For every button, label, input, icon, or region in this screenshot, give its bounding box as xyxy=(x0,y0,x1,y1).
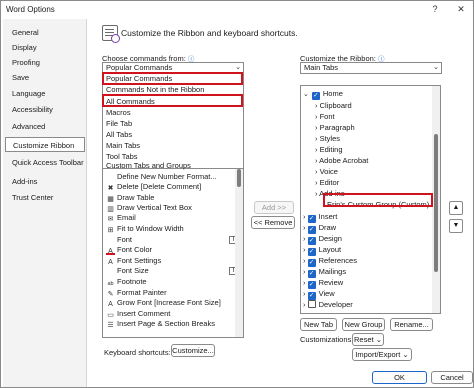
delete-icon: ✖ xyxy=(107,185,114,192)
close-button[interactable]: ✕ xyxy=(452,2,470,17)
move-down-button[interactable]: ▼ xyxy=(449,219,463,233)
tree-item-view[interactable]: › ✓ View xyxy=(303,288,335,300)
tree-item-insert[interactable]: › ✓ Insert xyxy=(303,211,337,223)
tree-item-developer[interactable]: › Developer xyxy=(303,299,353,310)
dropdown-option-tool-tabs[interactable]: Tool Tabs xyxy=(106,152,138,161)
tree-item-layout[interactable]: › ✓ Layout xyxy=(303,244,341,256)
list-item[interactable]: A Grow Font [Increase Font Size] xyxy=(106,298,221,308)
tree-item-clipboard[interactable]: › Clipboard xyxy=(315,100,352,111)
title-bar: Word Options ? ✕ xyxy=(1,1,473,19)
dropdown-option-all-tabs[interactable]: All Tabs xyxy=(106,130,132,139)
customize-ribbon-select[interactable]: Main Tabs ⌄ xyxy=(300,62,442,74)
import-export-button[interactable]: Import/Export ⌄ xyxy=(352,348,412,361)
dropdown-option-macros[interactable]: Macros xyxy=(106,108,131,117)
sidebar-item-accessibility[interactable]: Accessibility xyxy=(3,102,87,117)
add-button[interactable]: Add >> xyxy=(254,201,294,214)
sidebar-item-proofing[interactable]: Proofing xyxy=(3,55,87,70)
sidebar-item-quick-access-toolbar[interactable]: Quick Access Toolbar xyxy=(3,155,87,170)
tree-item-styles[interactable]: › Styles xyxy=(315,133,340,144)
highlight-all-commands xyxy=(102,94,243,107)
tree-item-editing[interactable]: › Editing xyxy=(315,144,343,155)
list-item[interactable]: Font Ⅰ xyxy=(106,235,238,245)
new-tab-button[interactable]: New Tab xyxy=(300,318,337,331)
new-group-button[interactable]: New Group xyxy=(342,318,385,331)
sidebar-item-language[interactable]: Language xyxy=(3,86,87,101)
tree-item-voice[interactable]: › Voice xyxy=(315,166,338,177)
list-item[interactable]: ▥ Draw Vertical Text Box xyxy=(106,203,192,213)
tree-item-draw[interactable]: › ✓ Draw xyxy=(303,222,336,234)
page-break-icon: ☰ xyxy=(107,322,114,329)
sidebar: General Display Proofing Save Language A… xyxy=(3,19,87,387)
rename-button[interactable]: Rename... xyxy=(390,318,433,331)
fit-width-icon: ⊞ xyxy=(107,227,114,234)
tree-item-design[interactable]: › ✓ Design xyxy=(303,233,342,245)
sidebar-item-general[interactable]: General xyxy=(3,25,87,40)
sidebar-item-save[interactable]: Save xyxy=(3,70,87,85)
tree-item-paragraph[interactable]: › Paragraph xyxy=(315,122,355,133)
list-item[interactable]: A Font Color xyxy=(106,245,152,255)
choose-commands-dropdown: Popular Commands Commands Not in the Rib… xyxy=(102,72,244,170)
remove-button[interactable]: << Remove xyxy=(251,216,295,229)
tree-item-mailings[interactable]: › ✓ Mailings xyxy=(303,266,346,278)
email-icon: ✉ xyxy=(107,216,114,223)
customizations-label: Customizations: xyxy=(300,335,354,344)
tree-item-references[interactable]: › ✓ References xyxy=(303,255,357,267)
customize-ribbon-value: Main Tabs xyxy=(304,63,339,72)
tree-item-review[interactable]: › ✓ Review xyxy=(303,277,343,289)
customize-button[interactable]: Customize... xyxy=(171,344,215,357)
dropdown-option-commands-not-in-ribbon[interactable]: Commands Not in the Ribbon xyxy=(106,85,204,94)
list-item[interactable]: A Font Settings xyxy=(106,256,161,266)
list-item[interactable]: Font Size Ⅰ xyxy=(106,266,238,276)
dropdown-option-custom-tabs-groups[interactable]: Custom Tabs and Groups xyxy=(106,161,191,170)
list-item[interactable]: ✎ Format Painter xyxy=(106,288,167,298)
list-item[interactable]: ab Footnote xyxy=(106,277,146,287)
keyboard-shortcuts-label: Keyboard shortcuts: xyxy=(104,348,171,357)
table-icon: ▦ xyxy=(107,196,114,203)
comment-icon: ▭ xyxy=(107,312,114,319)
sidebar-item-customize-ribbon[interactable]: Customize Ribbon xyxy=(5,137,85,152)
page-title: Customize the Ribbon and keyboard shortc… xyxy=(121,28,298,38)
tree-item-home[interactable]: ⌄ ✓ Home xyxy=(303,88,343,100)
window-title: Word Options xyxy=(6,5,55,14)
list-item[interactable]: ✖ Delete [Delete Comment] xyxy=(106,182,202,192)
sidebar-item-advanced[interactable]: Advanced xyxy=(3,119,87,134)
help-button[interactable]: ? xyxy=(426,2,444,17)
list-item[interactable]: ▭ Insert Comment xyxy=(106,309,170,319)
highlight-popular-commands xyxy=(102,72,243,85)
reset-button[interactable]: Reset ⌄ xyxy=(352,333,384,346)
tree-item-editor[interactable]: › Editor xyxy=(315,177,339,188)
word-options-dialog: Word Options ? ✕ General Display Proofin… xyxy=(0,0,474,388)
cancel-button[interactable]: Cancel xyxy=(431,371,473,384)
ribbon-tree-scrollbar[interactable] xyxy=(432,86,440,313)
move-up-button[interactable]: ▲ xyxy=(449,201,463,215)
checkbox-checked[interactable]: ✓ xyxy=(311,92,320,100)
font-settings-icon: A xyxy=(108,259,113,266)
tree-item-adobe-acrobat[interactable]: › Adobe Acrobat xyxy=(315,155,368,166)
font-color-icon: A xyxy=(106,247,115,255)
scrollbar-thumb[interactable] xyxy=(434,134,438,272)
list-item[interactable]: ⊞ Fit to Window Width xyxy=(106,224,184,234)
scrollbar-thumb[interactable] xyxy=(237,169,241,187)
dropdown-option-main-tabs[interactable]: Main Tabs xyxy=(106,141,140,150)
format-painter-icon: ✎ xyxy=(107,291,114,298)
tree-item-font[interactable]: › Font xyxy=(315,111,335,122)
list-item[interactable]: ☰ Insert Page & Section Breaks xyxy=(106,319,215,329)
checkbox-unchecked[interactable] xyxy=(307,300,316,308)
chevron-down-icon[interactable]: ⌄ xyxy=(303,91,309,98)
list-item[interactable]: ✉ Email xyxy=(106,213,136,223)
chevron-down-icon: ⌄ xyxy=(433,64,439,71)
list-item[interactable]: Define New Number Format... xyxy=(117,172,217,182)
sidebar-item-add-ins[interactable]: Add-ins xyxy=(3,174,87,189)
footnote-icon: ab xyxy=(107,281,114,287)
sidebar-item-trust-center[interactable]: Trust Center xyxy=(3,190,87,205)
choose-commands-value: Popular Commands xyxy=(106,63,173,72)
grow-font-icon: A xyxy=(108,301,113,308)
customize-ribbon-icon xyxy=(102,25,120,43)
highlight-custom-group xyxy=(323,193,433,207)
sidebar-item-display[interactable]: Display xyxy=(3,40,87,55)
text-box-icon: ▥ xyxy=(107,206,114,213)
dropdown-option-file-tab[interactable]: File Tab xyxy=(106,119,132,128)
list-item[interactable]: ▦ Draw Table xyxy=(106,193,154,203)
ok-button[interactable]: OK xyxy=(372,371,427,384)
